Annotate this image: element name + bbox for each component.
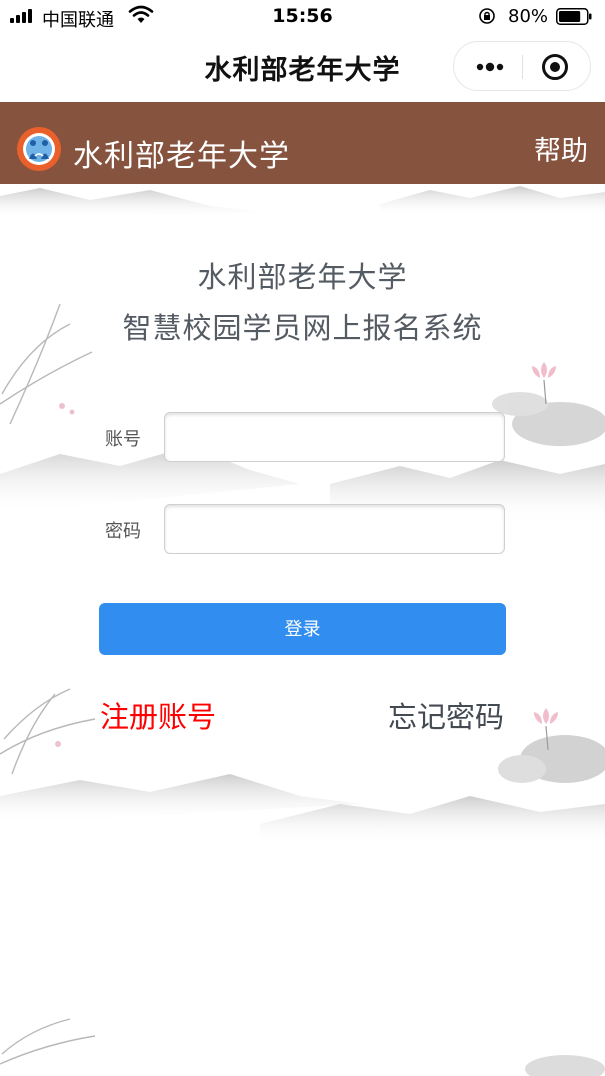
login-button[interactable]: 登录: [99, 603, 506, 655]
password-input[interactable]: [164, 504, 505, 554]
password-label: 密码: [105, 521, 141, 542]
system-title-line-2: 智慧校园学员网上报名系统: [122, 311, 483, 345]
mini-program-nav-bar: 水利部老年大学: [0, 34, 605, 102]
close-circle-icon[interactable]: [540, 52, 570, 82]
account-input[interactable]: [164, 412, 505, 462]
capsule-divider: [522, 55, 523, 79]
register-account-link[interactable]: 注册账号: [100, 694, 216, 736]
battery-icon: [556, 8, 592, 25]
system-title-line-1: 水利部老年大学: [197, 260, 408, 294]
university-logo: [17, 127, 61, 171]
app-header: 水利部老年大学 帮助: [0, 102, 605, 184]
more-dots-icon[interactable]: [470, 55, 510, 79]
header-title: 水利部老年大学: [73, 139, 290, 174]
capsule-menu: [453, 41, 591, 91]
status-bar: 中国联通 15:56 80%: [0, 0, 605, 34]
orientation-lock-icon: [479, 8, 495, 24]
battery-percent: 80%: [508, 6, 549, 27]
account-label: 账号: [105, 429, 141, 450]
system-title: 水利部老年大学 智慧校园学员网上报名系统: [0, 252, 605, 354]
help-link[interactable]: 帮助: [534, 129, 588, 168]
forgot-password-link[interactable]: 忘记密码: [388, 694, 504, 736]
